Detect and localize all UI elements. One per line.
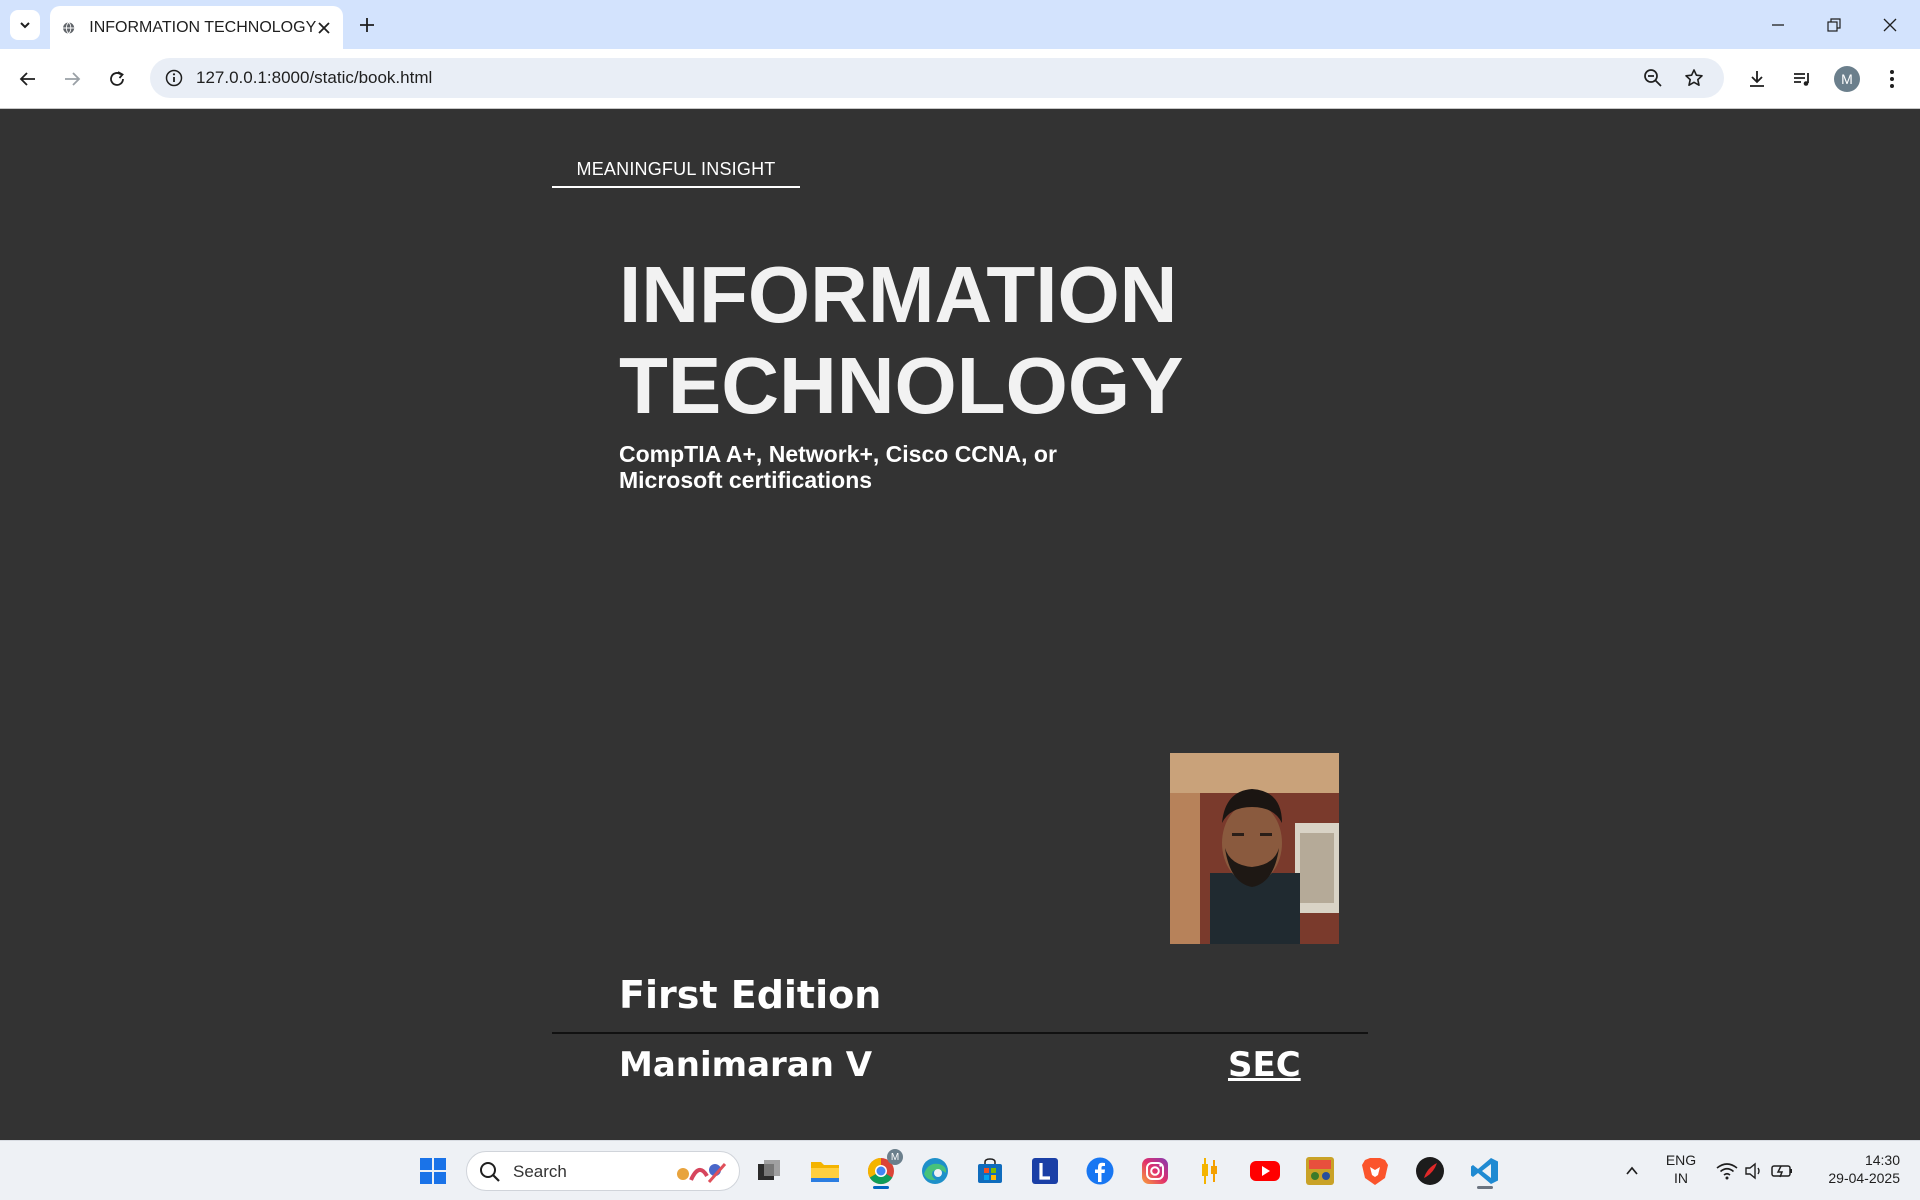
browser-toolbar: 127.0.0.1:8000/static/book.html M — [0, 49, 1920, 109]
cover-subtitle: CompTIA A+, Network+, Cisco CCNA, or Mic… — [619, 441, 1119, 493]
tab-title: INFORMATION TECHNOLOGY — [89, 18, 317, 36]
red-app-button[interactable] — [1410, 1151, 1450, 1191]
search-icon — [480, 1162, 500, 1182]
close-icon — [317, 21, 330, 34]
search-highlight-icon — [677, 1163, 727, 1183]
task-view-icon — [758, 1160, 780, 1180]
edge-icon — [922, 1158, 948, 1184]
media-control-button[interactable] — [1786, 63, 1818, 95]
instagram-icon — [1142, 1158, 1168, 1184]
plus-icon — [360, 18, 374, 32]
facebook-icon — [1086, 1157, 1114, 1185]
taskbar-search[interactable]: Search — [466, 1151, 740, 1191]
store-button[interactable] — [970, 1151, 1010, 1191]
start-button[interactable] — [413, 1151, 453, 1191]
close-tab-button[interactable] — [316, 18, 331, 38]
browser-tab-bar: INFORMATION TECHNOLOGY — [0, 0, 1920, 49]
title-line-1: INFORMATION — [619, 250, 1178, 339]
minimize-button[interactable] — [1750, 0, 1806, 49]
active-tab[interactable]: INFORMATION TECHNOLOGY — [50, 6, 343, 49]
vscode-button[interactable] — [1465, 1151, 1505, 1191]
book-cover-page: MEANINGFUL INSIGHT INFORMATION TECHNOLOG… — [0, 109, 1920, 1140]
brave-button[interactable] — [1355, 1151, 1395, 1191]
restore-button[interactable] — [1806, 0, 1862, 49]
cover-kicker: MEANINGFUL INSIGHT — [552, 159, 800, 188]
playlist-icon — [1794, 73, 1809, 86]
chevron-up-icon — [1626, 1166, 1638, 1175]
minimize-icon — [1772, 23, 1784, 26]
folder-icon — [811, 1162, 839, 1182]
site-info-icon[interactable] — [162, 66, 186, 90]
chrome-profile-badge: M — [887, 1149, 903, 1165]
windows-logo-icon — [420, 1158, 446, 1184]
search-placeholder: Search — [513, 1162, 567, 1181]
close-window-button[interactable] — [1862, 0, 1918, 49]
show-hidden-icons-button[interactable] — [1612, 1151, 1652, 1191]
subtitle-line-2: Microsoft certifications — [619, 467, 873, 493]
quick-settings-button[interactable] — [1710, 1151, 1800, 1191]
divider — [552, 1032, 1368, 1034]
clock[interactable]: 14:30 29-04-2025 — [1808, 1151, 1912, 1187]
game-icon — [1306, 1157, 1334, 1185]
stocks-button[interactable] — [1190, 1151, 1230, 1191]
cover-title: INFORMATION TECHNOLOGY — [619, 249, 1319, 431]
back-button[interactable] — [12, 63, 44, 95]
zoom-icon[interactable] — [1639, 64, 1667, 92]
author-name: Manimaran V — [619, 1045, 873, 1085]
file-explorer-button[interactable] — [805, 1151, 845, 1191]
more-vert-icon — [1890, 70, 1894, 88]
instagram-button[interactable] — [1135, 1151, 1175, 1191]
subtitle-line-1: CompTIA A+, Network+, Cisco CCNA, or — [619, 441, 1057, 467]
edition-label: First Edition — [619, 973, 882, 1017]
arrow-right-icon — [65, 72, 81, 86]
profile-button[interactable]: M — [1831, 63, 1863, 95]
download-icon — [1750, 71, 1764, 87]
menu-button[interactable] — [1876, 63, 1908, 95]
tab-search-button[interactable] — [10, 10, 40, 40]
store-icon — [978, 1158, 1002, 1183]
game-app-button[interactable] — [1300, 1151, 1340, 1191]
l-app-button[interactable] — [1025, 1151, 1065, 1191]
avatar: M — [1834, 66, 1860, 92]
clock-time: 14:30 — [1864, 1152, 1900, 1168]
youtube-icon — [1250, 1161, 1280, 1181]
close-icon — [1883, 18, 1897, 31]
taskbar: Search M ENG IN 14:30 29-04-2025 — [0, 1140, 1920, 1200]
facebook-button[interactable] — [1080, 1151, 1120, 1191]
reload-icon — [110, 71, 124, 86]
chevron-down-icon — [20, 22, 30, 29]
author-photo — [1170, 753, 1339, 944]
bookmark-star-icon[interactable] — [1680, 64, 1708, 92]
feather-icon — [1416, 1157, 1444, 1185]
running-indicator — [1477, 1186, 1493, 1189]
restore-icon — [1827, 17, 1841, 32]
reload-button[interactable] — [101, 63, 133, 95]
edge-button[interactable] — [915, 1151, 955, 1191]
youtube-button[interactable] — [1245, 1151, 1285, 1191]
battery-icon — [1771, 1165, 1792, 1178]
publisher-link[interactable]: SEC — [1228, 1045, 1301, 1085]
running-indicator — [873, 1186, 889, 1189]
wifi-icon — [1716, 1163, 1738, 1180]
title-line-2: TECHNOLOGY — [619, 341, 1184, 430]
forward-button[interactable] — [56, 63, 88, 95]
volume-icon — [1745, 1162, 1760, 1180]
l-app-icon — [1032, 1158, 1058, 1184]
region-code: IN — [1674, 1170, 1688, 1186]
vscode-icon — [1471, 1158, 1498, 1184]
new-tab-button[interactable] — [352, 10, 382, 40]
address-bar[interactable]: 127.0.0.1:8000/static/book.html — [150, 58, 1724, 98]
input-language[interactable]: ENG IN — [1656, 1151, 1706, 1187]
chrome-button[interactable]: M — [861, 1149, 903, 1191]
language-code: ENG — [1665, 1152, 1697, 1168]
arrow-left-icon — [19, 72, 35, 86]
clock-date: 29-04-2025 — [1828, 1170, 1900, 1186]
url-text[interactable]: 127.0.0.1:8000/static/book.html — [196, 68, 432, 88]
downloads-button[interactable] — [1741, 63, 1773, 95]
chart-candles-icon — [1202, 1158, 1217, 1184]
globe-icon — [63, 21, 75, 34]
task-view-button[interactable] — [749, 1151, 789, 1191]
brave-lion-icon — [1362, 1158, 1388, 1185]
